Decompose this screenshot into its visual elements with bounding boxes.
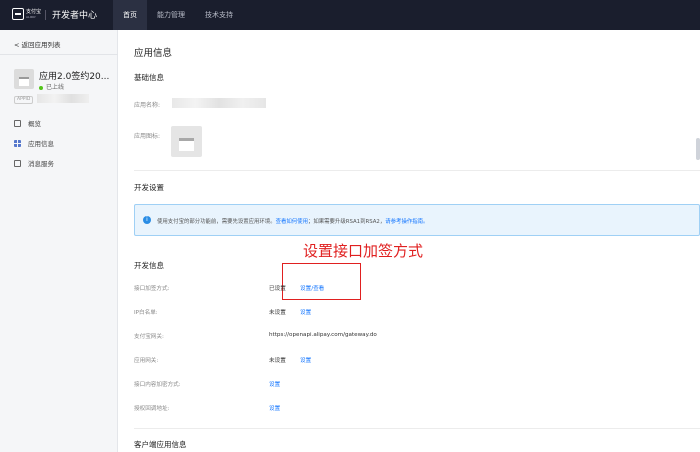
section-divider <box>134 428 700 429</box>
sidebar-item-overview[interactable]: 概览 <box>14 118 54 138</box>
notice-prefix: 使用支付宝的部分功能前，需要先设置应用环境。 <box>157 219 276 225</box>
alipay-logo[interactable]: 支付宝 ALIPAY <box>12 8 41 22</box>
content-encryption-set-link[interactable]: 设置 <box>269 380 280 388</box>
page-title: 应用信息 <box>134 48 173 59</box>
app-name-value-redacted <box>172 98 266 108</box>
sidebar-item-message-service[interactable]: 消息服务 <box>14 158 54 178</box>
sidebar-item-label: 概览 <box>28 120 41 128</box>
message-icon <box>14 160 21 167</box>
main-content: 应用信息 基础信息 应用名称: 应用图标: 开发设置 i 使用支付宝的部分功能前… <box>118 30 700 452</box>
top-navigation-bar: 支付宝 ALIPAY 开发者中心 首页 能力管理 技术支持 <box>0 0 700 30</box>
app-icon-label: 应用图标: <box>134 133 161 140</box>
developer-center-title[interactable]: 开发者中心 <box>52 8 97 21</box>
sidebar: < 返回应用列表 应用2.0签约20... 已上线 APPID 概览 应用信息 … <box>0 30 118 452</box>
appid-value-redacted <box>37 94 89 103</box>
sidebar-menu: 概览 应用信息 消息服务 <box>14 118 54 178</box>
app-gateway-value: 未设置 <box>269 358 286 364</box>
dev-info-heading: 开发信息 <box>134 261 164 270</box>
status-dot-icon <box>39 85 43 90</box>
monitor-icon <box>14 120 21 127</box>
auth-callback-label: 授权回调地址: <box>134 406 170 412</box>
appid-tag: APPID <box>14 96 34 104</box>
info-icon: i <box>143 216 151 224</box>
app-name-label: 应用名称: <box>134 102 161 109</box>
app-gateway-label: 应用网关: <box>134 358 159 364</box>
alipay-gateway-label: 支付宝网关: <box>134 334 164 340</box>
brand-divider <box>45 10 46 20</box>
app-gateway-set-link[interactable]: 设置 <box>300 356 311 364</box>
annotation-text: 设置接口加签方式 <box>303 242 424 260</box>
nav-technical-support[interactable]: 技术支持 <box>195 0 243 30</box>
app-icon <box>14 69 34 89</box>
app-status-text: 已上线 <box>46 84 65 91</box>
alipay-gateway-value: https://openapi.alipay.com/gateway.do <box>269 332 377 338</box>
how-to-use-link[interactable]: 查看如何使用 <box>276 219 308 225</box>
ip-whitelist-set-link[interactable]: 设置 <box>300 308 311 316</box>
scrollbar-thumb[interactable] <box>696 138 700 160</box>
nav-capability-management[interactable]: 能力管理 <box>147 0 195 30</box>
app-logo-image[interactable] <box>171 126 202 157</box>
auth-callback-set-link[interactable]: 设置 <box>269 404 280 412</box>
notice-middle: ；如果需要升级RSA1到RSA2， <box>307 219 386 225</box>
info-notice: i 使用支付宝的部分功能前，需要先设置应用环境。查看如何使用；如果需要升级RSA… <box>134 204 700 236</box>
sign-method-value: 已设置 <box>269 286 286 292</box>
sidebar-divider <box>0 54 118 55</box>
app-status: 已上线 <box>39 82 64 91</box>
ip-whitelist-label: IP白名单: <box>134 310 158 316</box>
sidebar-item-label: 应用信息 <box>28 140 54 148</box>
dev-settings-heading: 开发设置 <box>134 183 164 192</box>
main-nav: 首页 能力管理 技术支持 <box>113 0 243 30</box>
logo-subtext: ALIPAY <box>26 15 36 19</box>
sign-method-set-view-link[interactable]: 设置/查看 <box>300 284 324 292</box>
basic-info-heading: 基础信息 <box>134 73 164 82</box>
ip-whitelist-value: 未设置 <box>269 310 286 316</box>
sign-method-label: 接口加签方式: <box>134 286 170 292</box>
app-name: 应用2.0签约20... <box>39 72 110 82</box>
client-app-info-heading: 客户端应用信息 <box>134 440 187 449</box>
back-to-app-list-link[interactable]: < 返回应用列表 <box>14 39 61 49</box>
content-encryption-label: 接口内容加密方式: <box>134 382 181 388</box>
section-divider <box>134 170 700 171</box>
notice-text: 使用支付宝的部分功能前，需要先设置应用环境。查看如何使用；如果需要升级RSA1到… <box>157 217 428 225</box>
nav-home[interactable]: 首页 <box>113 0 147 30</box>
sidebar-item-app-info[interactable]: 应用信息 <box>14 138 54 158</box>
annotation-highlight-box <box>282 263 361 300</box>
grid-icon <box>14 140 21 147</box>
operation-guide-link[interactable]: 请参考操作指南。 <box>385 219 428 225</box>
sidebar-item-label: 消息服务 <box>28 160 54 168</box>
alipay-logo-icon <box>12 8 24 20</box>
